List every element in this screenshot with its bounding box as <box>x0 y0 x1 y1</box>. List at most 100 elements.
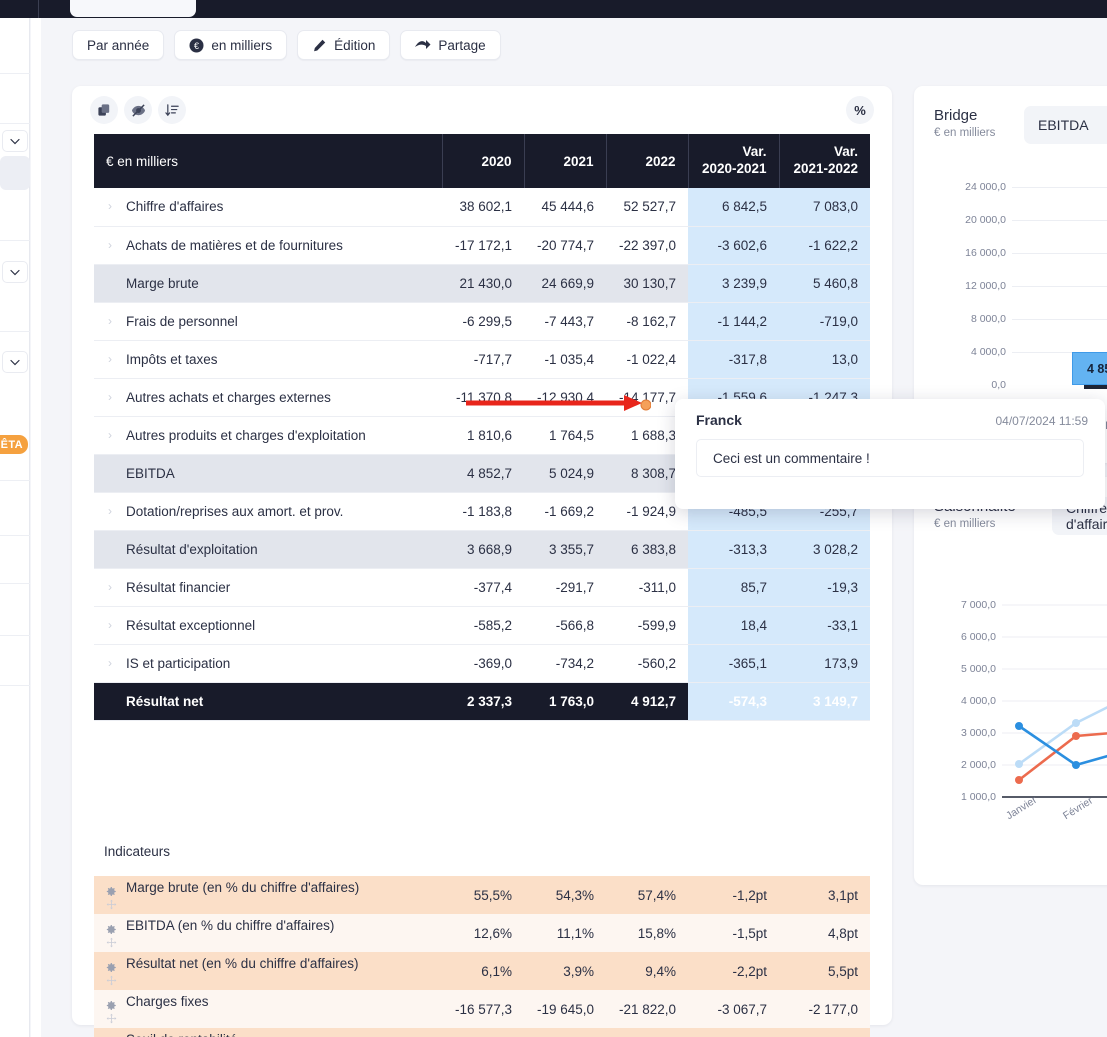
sort-icon[interactable] <box>158 96 186 124</box>
indicator-value[interactable]: 12,6% <box>442 914 524 952</box>
cell-value[interactable]: 4 852,7 <box>442 454 524 493</box>
percent-toggle-button[interactable]: % <box>846 96 874 124</box>
expand-chevron-icon[interactable]: › <box>108 580 120 594</box>
settings-icon[interactable] <box>104 924 118 948</box>
expand-chevron-icon[interactable]: › <box>108 504 120 518</box>
cell-value[interactable]: -1 035,4 <box>524 340 606 379</box>
indicator-var[interactable]: 1 854,6 <box>779 1028 870 1037</box>
cell-value[interactable]: 24 669,9 <box>524 264 606 303</box>
indicator-var[interactable]: 6 327,3 <box>688 1028 779 1037</box>
indicator-value[interactable]: 54,3% <box>524 876 606 914</box>
cell-value[interactable]: -7 443,7 <box>524 302 606 341</box>
unit-button[interactable]: € en milliers <box>174 30 288 60</box>
expand-chevron-icon[interactable]: › <box>108 428 120 442</box>
indicator-value[interactable]: -21 822,0 <box>606 990 688 1028</box>
cell-value[interactable]: -6 299,5 <box>442 302 524 341</box>
cell-var[interactable]: -1 144,2 <box>688 302 779 341</box>
cell-var[interactable]: -3 602,6 <box>688 226 779 265</box>
period-button[interactable]: Par année <box>72 30 165 60</box>
cell-value[interactable]: -17 172,1 <box>442 226 524 265</box>
expand-chevron-icon[interactable]: › <box>108 238 120 252</box>
cell-var[interactable]: -719,0 <box>779 302 870 341</box>
cell-value[interactable]: -1 183,8 <box>442 492 524 531</box>
cell-value[interactable]: 52 527,7 <box>606 188 688 227</box>
expand-chevron-icon[interactable]: › <box>108 199 120 213</box>
cell-value[interactable]: 30 130,7 <box>606 264 688 303</box>
indicator-var[interactable]: 5,5pt <box>779 952 870 990</box>
expand-chevron-icon[interactable]: › <box>108 314 120 328</box>
cell-value[interactable]: -717,7 <box>442 340 524 379</box>
cell-var[interactable]: 3 239,9 <box>688 264 779 303</box>
expand-chevron-icon[interactable]: › <box>108 656 120 670</box>
indicator-value[interactable]: 6,1% <box>442 952 524 990</box>
sidebar-active-item[interactable] <box>0 156 30 190</box>
cell-value[interactable]: -8 162,7 <box>606 302 688 341</box>
expand-chevron-icon[interactable]: › <box>108 352 120 366</box>
cell-value[interactable]: -20 774,7 <box>524 226 606 265</box>
cell-var[interactable]: 173,9 <box>779 644 870 683</box>
header-2022[interactable]: 2022 <box>606 134 689 188</box>
bridge-bar-ebitda[interactable]: 4 852,7 <box>1072 352 1107 385</box>
table-row[interactable]: Marge brute 21 430,0 24 669,9 30 130,7 3 239… <box>94 264 870 303</box>
expand-chevron-icon[interactable]: › <box>108 390 120 404</box>
cell-value[interactable]: 45 444,6 <box>524 188 606 227</box>
bridge-metric-select[interactable]: EBITDA <box>1024 106 1107 144</box>
table-row[interactable]: › Impôts et taxes -717,7 -1 035,4 -1 022,4 -3… <box>94 340 870 379</box>
cell-value[interactable]: -1 022,4 <box>606 340 688 379</box>
cell-var[interactable]: 3 028,2 <box>779 530 870 569</box>
cell-value[interactable]: -599,9 <box>606 606 688 645</box>
chevron-down-icon[interactable] <box>2 351 28 373</box>
indicator-value[interactable]: 9,4% <box>606 952 688 990</box>
header-2020[interactable]: 2020 <box>442 134 525 188</box>
header-var-2020-2021[interactable]: Var. 2020-2021 <box>688 134 780 188</box>
table-row[interactable]: Résultat d'exploitation 3 668,9 3 355,7 6 3… <box>94 530 870 569</box>
indicator-value[interactable]: 38 042,8 <box>606 1028 688 1037</box>
cell-value[interactable]: 1 810,6 <box>442 416 524 455</box>
cell-value[interactable]: 1 763,0 <box>524 682 606 721</box>
cell-var[interactable]: 6 842,5 <box>688 188 779 227</box>
cell-var[interactable]: 5 460,8 <box>779 264 870 303</box>
cell-value[interactable]: 21 430,0 <box>442 264 524 303</box>
cell-var[interactable]: -1 622,2 <box>779 226 870 265</box>
expand-chevron-icon[interactable]: › <box>108 618 120 632</box>
indicator-row[interactable]: EBITDA (en % du chiffre d'affaires) 12,6%… <box>94 914 870 952</box>
indicator-value[interactable]: 36 188,2 <box>524 1028 606 1037</box>
indicator-value[interactable]: 3,9% <box>524 952 606 990</box>
indicator-value[interactable]: -19 645,0 <box>524 990 606 1028</box>
cell-var[interactable]: 85,7 <box>688 568 779 607</box>
cell-value[interactable]: 5 024,9 <box>524 454 606 493</box>
hide-icon[interactable] <box>124 96 152 124</box>
cell-var[interactable]: -317,8 <box>688 340 779 379</box>
cell-value[interactable]: -566,8 <box>524 606 606 645</box>
comment-text-box[interactable]: Ceci est un commentaire ! <box>696 439 1084 477</box>
indicator-row[interactable]: Seuil de rentabilité 29 860,936 188,238 0… <box>94 1028 870 1037</box>
cell-var[interactable]: -365,1 <box>688 644 779 683</box>
edit-button[interactable]: Édition <box>297 30 391 60</box>
indicator-var[interactable]: -1,2pt <box>688 876 779 914</box>
cell-var[interactable]: 3 149,7 <box>779 682 870 721</box>
indicator-value[interactable]: 11,1% <box>524 914 606 952</box>
table-row[interactable]: › Résultat financier -377,4 -291,7 -311,0 85,… <box>94 568 870 607</box>
chevron-down-icon[interactable] <box>2 261 28 283</box>
cell-value[interactable]: -377,4 <box>442 568 524 607</box>
cell-value[interactable]: -311,0 <box>606 568 688 607</box>
table-row[interactable]: › Chiffre d'affaires 38 602,1 45 444,6 52 52… <box>94 188 870 227</box>
cell-value[interactable]: -22 397,0 <box>606 226 688 265</box>
settings-icon[interactable] <box>104 962 118 986</box>
table-row[interactable]: › IS et participation -369,0 -734,2 -560,2 -3… <box>94 644 870 683</box>
indicator-value[interactable]: -16 577,3 <box>442 990 524 1028</box>
indicator-var[interactable]: -3 067,7 <box>688 990 779 1028</box>
cell-value[interactable]: -734,2 <box>524 644 606 683</box>
table-row[interactable]: › Achats de matières et de fournitures -17… <box>94 226 870 265</box>
table-row[interactable]: Résultat net 2 337,3 1 763,0 4 912,7 -574,3 3… <box>94 682 870 721</box>
copy-icon[interactable] <box>90 96 118 124</box>
cell-var[interactable]: 13,0 <box>779 340 870 379</box>
indicator-row[interactable]: Charges fixes -16 577,3 -19 645,0 -21 822,0… <box>94 990 870 1028</box>
cell-var[interactable]: -33,1 <box>779 606 870 645</box>
cell-var[interactable]: 7 083,0 <box>779 188 870 227</box>
cell-var[interactable]: -313,3 <box>688 530 779 569</box>
cell-value[interactable]: 38 602,1 <box>442 188 524 227</box>
cell-var[interactable]: -19,3 <box>779 568 870 607</box>
indicator-value[interactable]: 57,4% <box>606 876 688 914</box>
cell-value[interactable]: 1 764,5 <box>524 416 606 455</box>
